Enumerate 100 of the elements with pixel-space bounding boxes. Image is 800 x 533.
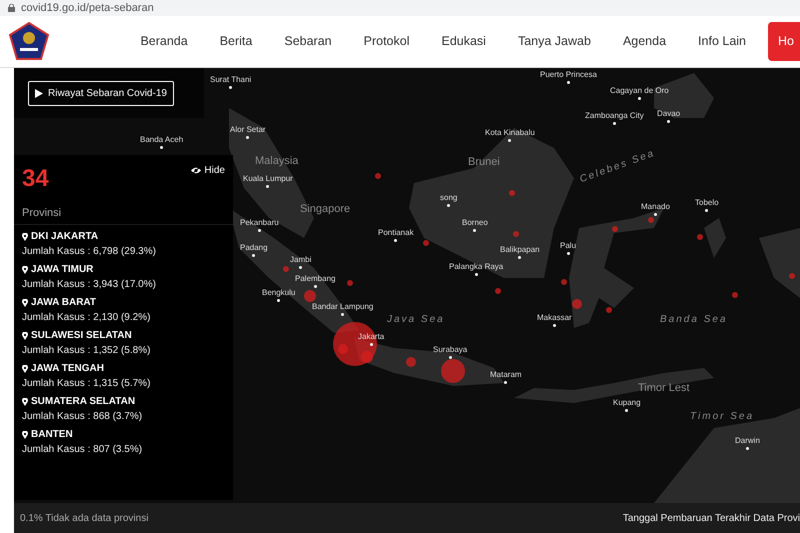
- cta-button[interactable]: Ho: [768, 22, 800, 61]
- city-label: Manado: [641, 203, 670, 211]
- city-label: Davao: [657, 110, 680, 118]
- city-label: Kuala Lumpur: [243, 175, 293, 183]
- city-dot-icon: [252, 254, 256, 257]
- country-label: Timor Lest: [638, 383, 690, 394]
- case-count: Jumlah Kasus : 1,315 (5.7%): [22, 378, 152, 390]
- city-label: Pontianak: [378, 229, 414, 237]
- map-pin-icon: [22, 365, 28, 374]
- city-dot-icon: [266, 185, 270, 188]
- map-pin-icon: [22, 266, 28, 274]
- case-count: Jumlah Kasus : 6,798 (29.3%): [22, 246, 157, 258]
- province-label: Provinsi: [22, 206, 62, 221]
- province-name[interactable]: BANTEN: [31, 429, 73, 442]
- nav-link[interactable]: Edukasi: [425, 32, 502, 51]
- case-count: Jumlah Kasus : 1,352 (5.8%): [22, 344, 152, 357]
- city-dot-icon: [277, 299, 280, 302]
- city-label: Banda Aceh: [140, 136, 184, 144]
- city-dot-icon: [448, 356, 452, 359]
- map-pin-icon: [22, 299, 28, 308]
- province-name[interactable]: SULAWESI SELATAN: [31, 330, 132, 342]
- case-bubble: [406, 357, 416, 367]
- city-dot-icon: [667, 120, 670, 123]
- province-name[interactable]: JAWA TIMUR: [31, 264, 94, 276]
- nav-link[interactable]: Agenda: [606, 32, 682, 51]
- city-label: Palu: [560, 242, 576, 250]
- last-update-text: Tanggal Pembaruan Terakhir Data Provi: [622, 512, 800, 526]
- province-name[interactable]: SUMATERA SELATAN: [31, 396, 136, 408]
- city-dot-icon: [299, 266, 302, 269]
- case-bubble: [789, 273, 795, 279]
- sea-label: Java Sea: [387, 315, 445, 325]
- nav-link[interactable]: Beranda: [124, 32, 204, 51]
- country-label: Malaysia: [255, 156, 298, 167]
- case-count: Jumlah Kasus : 2,130 (9.2%): [22, 312, 152, 324]
- sea-label: Timor Sea: [690, 412, 754, 422]
- city-label: Jambi: [290, 256, 312, 264]
- city-label: Borneo: [462, 219, 488, 227]
- city-label: Cagayan de Oro: [610, 87, 669, 95]
- city-dot-icon: [612, 122, 616, 125]
- case-bubble: [283, 266, 289, 272]
- city-dot-icon: [654, 213, 657, 216]
- province-name[interactable]: JAWA TENGAH: [31, 363, 104, 376]
- lock-icon: [8, 4, 15, 12]
- nav-link[interactable]: Sebaran: [268, 32, 348, 51]
- case-bubble: [648, 217, 654, 223]
- city-dot-icon: [314, 285, 317, 288]
- city-label: Zamboanga City: [585, 112, 644, 120]
- city-dot-icon: [160, 146, 164, 149]
- city-dot-icon: [447, 204, 450, 207]
- city-label: Puerto Princesa: [540, 71, 597, 79]
- logo-icon[interactable]: [8, 20, 50, 62]
- history-button[interactable]: Riwayat Sebaran Covid-19: [28, 80, 174, 106]
- city-dot-icon: [474, 273, 478, 276]
- case-bubble: [347, 280, 353, 286]
- case-bubble: [572, 299, 582, 309]
- city-dot-icon: [638, 97, 641, 100]
- province-name[interactable]: JAWA BARAT: [31, 297, 96, 310]
- city-dot-icon: [229, 86, 232, 89]
- sea-label: Banda Sea: [660, 315, 728, 325]
- city-label: Surabaya: [433, 346, 468, 354]
- city-dot-icon: [566, 252, 570, 255]
- case-bubble: [697, 234, 703, 240]
- case-bubble: [441, 359, 465, 383]
- city-dot-icon: [705, 209, 708, 212]
- city-dot-icon: [394, 239, 398, 242]
- city-label: Padang: [240, 244, 268, 252]
- city-label: Pekanbaru: [240, 219, 279, 227]
- city-label: song: [440, 194, 458, 202]
- city-label: Kota Kinabalu: [485, 129, 535, 137]
- nav-link[interactable]: Info Lain: [682, 32, 762, 51]
- city-label: Balikpapan: [500, 246, 540, 254]
- city-dot-icon: [258, 229, 261, 232]
- nav-link[interactable]: Tanya Jawab: [502, 32, 607, 51]
- city-label: Mataram: [490, 371, 522, 379]
- hide-button[interactable]: Hide: [191, 163, 225, 178]
- map-pin-icon: [22, 431, 28, 440]
- case-bubble: [375, 173, 381, 179]
- map-pin-icon: [22, 233, 28, 242]
- city-dot-icon: [746, 447, 749, 450]
- city-label: Palembang: [295, 275, 336, 283]
- case-bubble: [304, 290, 316, 302]
- nav-link[interactable]: Berita: [204, 32, 268, 51]
- city-dot-icon: [246, 136, 250, 139]
- city-dot-icon: [370, 343, 373, 346]
- nav-link[interactable]: Protokol: [348, 32, 426, 51]
- country-label: Singapore: [300, 204, 350, 215]
- country-label: Brunei: [468, 157, 500, 168]
- city-dot-icon: [341, 313, 344, 316]
- eye-slash-icon: [191, 167, 202, 174]
- city-label: Bandar Lampung: [312, 303, 374, 311]
- url-text[interactable]: covid19.go.id/peta-sebaran: [21, 0, 154, 16]
- case-bubble: [561, 279, 567, 285]
- case-bubble: [495, 288, 501, 294]
- case-bubble: [513, 231, 519, 237]
- map-pin-icon: [22, 398, 28, 406]
- no-data-note: 0.1% Tidak ada data provinsi: [20, 512, 148, 526]
- province-count: 34: [22, 167, 49, 191]
- case-bubble: [509, 190, 515, 196]
- city-dot-icon: [504, 381, 508, 384]
- province-name[interactable]: DKI JAKARTA: [31, 231, 98, 244]
